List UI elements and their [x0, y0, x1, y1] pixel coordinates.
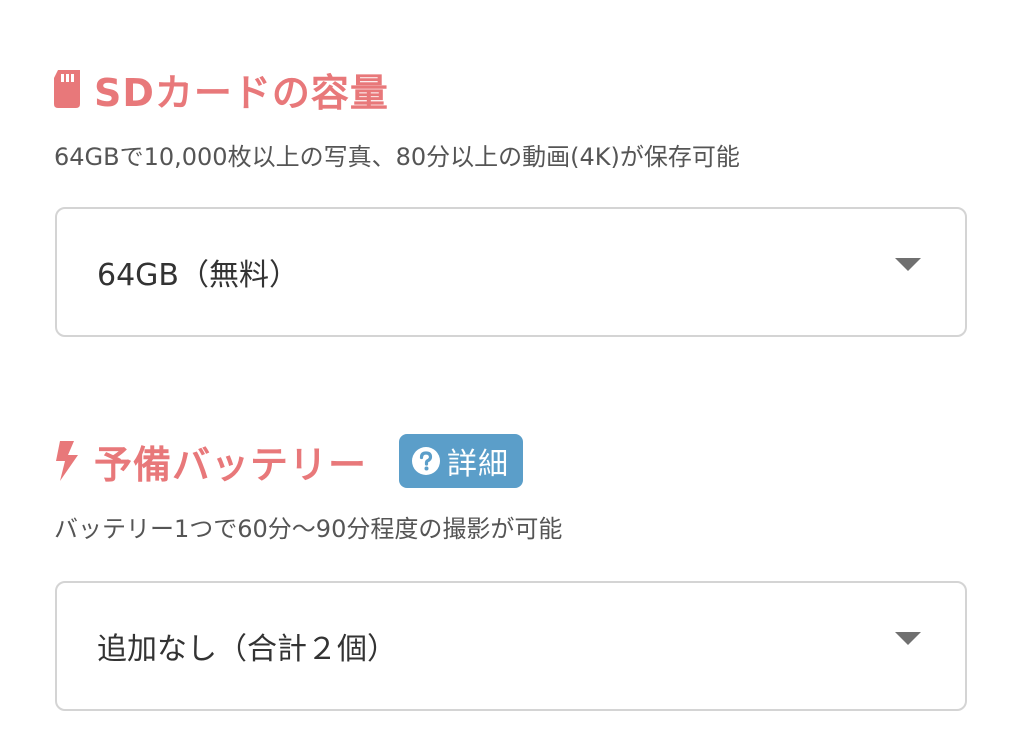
spare-battery-selected-value: 追加なし（合計２個） — [97, 632, 397, 667]
sd-capacity-description: 64GBで10,000枚以上の写真、80分以上の動画(4K)が保存可能 — [54, 143, 740, 171]
spare-battery-title: 予備バッテリー — [94, 442, 368, 487]
spare-battery-heading: 予備バッテリー 詳細 — [54, 434, 524, 488]
sd-card-icon — [54, 70, 80, 108]
lightning-bolt-icon — [54, 441, 80, 481]
spare-battery-description: バッテリー1つで60分〜90分程度の撮影が可能 — [54, 515, 563, 543]
sd-capacity-select[interactable]: 64GB（無料） — [55, 207, 967, 337]
detail-button[interactable]: 詳細 — [399, 434, 524, 488]
options-page: SDカードの容量 64GBで10,000枚以上の写真、80分以上の動画(4K)が… — [0, 0, 1024, 751]
sd-capacity-heading: SDカードの容量 — [54, 64, 389, 115]
question-circle-icon — [411, 446, 441, 476]
spare-battery-select[interactable]: 追加なし（合計２個） — [55, 581, 967, 711]
sd-capacity-selected-value: 64GB（無料） — [97, 258, 300, 293]
dropdown-caret-icon — [895, 631, 921, 645]
detail-button-label: 詳細 — [447, 447, 510, 482]
dropdown-caret-icon — [895, 257, 921, 271]
sd-capacity-title: SDカードの容量 — [94, 70, 389, 115]
